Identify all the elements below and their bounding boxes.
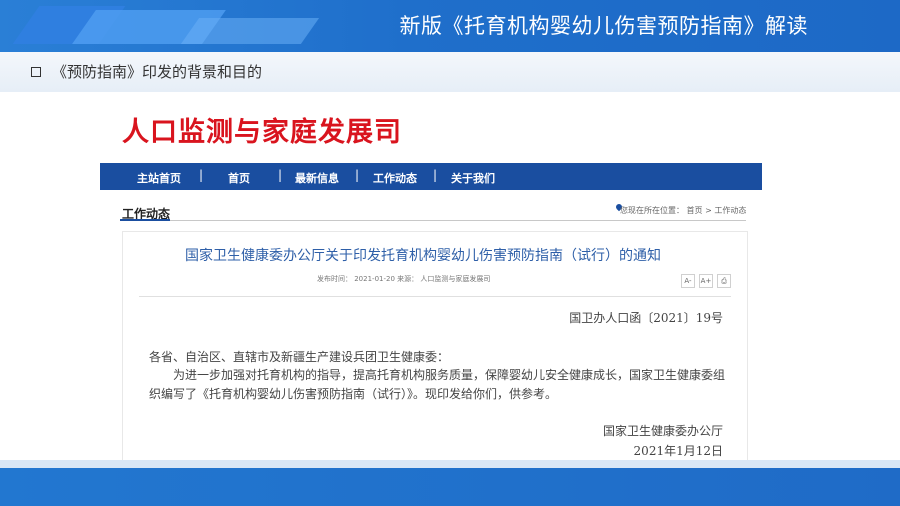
increase-font-button[interactable]: A+ (699, 274, 713, 288)
print-icon[interactable]: ⎙ (717, 274, 731, 288)
slide-header-banner: 新版《托育机构婴幼儿伤害预防指南》解读 (0, 0, 900, 52)
nav-item-main-site-home[interactable]: 主站首页 (137, 170, 181, 186)
nav-separator: | (278, 168, 283, 182)
slide-subtitle: 《预防指南》印发的背景和目的 (52, 63, 263, 81)
nav-item-latest-news[interactable]: 最新信息 (295, 170, 339, 186)
article-title: 国家卫生健康委办公厅关于印发托育机构婴幼儿伤害预防指南（试行）的通知 (185, 248, 661, 264)
site-nav-bar: 主站首页 | 首页 | 最新信息 | 工作动态 | 关于我们 (100, 163, 762, 190)
document-signature: 国家卫生健康委办公厅 (602, 424, 723, 438)
banner-decoration-stripe (180, 18, 320, 44)
slide-footer-band (0, 468, 900, 506)
square-outline-icon (31, 67, 41, 77)
breadcrumb[interactable]: 您现在所在位置： 首页 > 工作动态 (620, 205, 746, 216)
nav-item-home[interactable]: 首页 (228, 170, 250, 186)
document-number: 国卫办人口函〔2021〕19号 (569, 311, 723, 325)
slide-title: 新版《托育机构婴幼儿伤害预防指南》解读 (399, 14, 808, 38)
document-body: 为进一步加强对托育机构的指导，提高托育机构服务质量，保障婴幼儿安全健康成长，国家… (149, 368, 726, 401)
document-date: 2021年1月12日 (633, 444, 723, 458)
document-addressee: 各省、自治区、直辖市及新疆生产建设兵团卫生健康委： (149, 350, 450, 364)
nav-separator: | (433, 168, 438, 182)
nav-item-about-us[interactable]: 关于我们 (451, 170, 495, 186)
nav-item-work-updates[interactable]: 工作动态 (373, 170, 417, 186)
section-divider (120, 220, 746, 221)
site-title: 人口监测与家庭发展司 (122, 117, 402, 148)
section-accent (120, 219, 170, 221)
nav-separator: | (199, 168, 204, 182)
decrease-font-button[interactable]: A- (681, 274, 695, 288)
meta-divider (139, 296, 731, 297)
nav-separator: | (355, 168, 360, 182)
embedded-webpage-screenshot: 人口监测与家庭发展司 主站首页 | 首页 | 最新信息 | 工作动态 | 关于我… (100, 98, 766, 467)
article-card: 国家卫生健康委办公厅关于印发托育机构婴幼儿伤害预防指南（试行）的通知 发布时间：… (122, 231, 748, 467)
article-meta: 发布时间： 2021-01-20 来源： 人口监测与家庭发展司 (317, 275, 491, 283)
footer-highlight (0, 460, 900, 468)
